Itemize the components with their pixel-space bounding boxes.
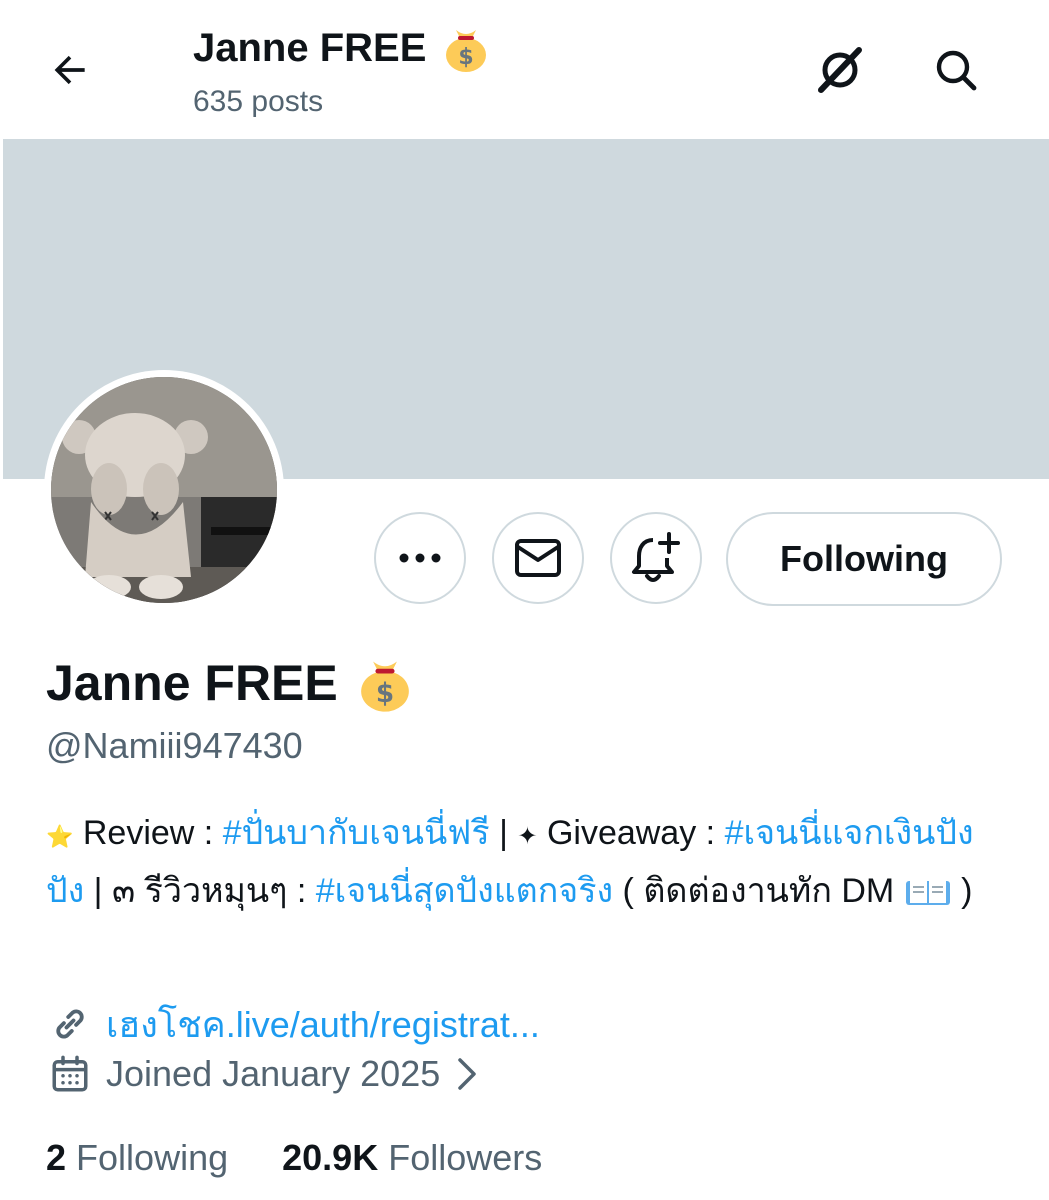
notify-button[interactable] [610,512,702,604]
top-bar: Janne FREE $ 635 posts [0,0,1049,138]
followers-label: Followers [388,1137,543,1178]
bio-spin-label: รีวิวหมุนๆ : [144,872,307,910]
bio-separator: | [499,814,508,852]
followers-stat[interactable]: 20.9K Followers [282,1134,542,1182]
search-icon [936,50,977,91]
svg-text:$: $ [459,45,474,70]
search-button[interactable] [924,38,988,102]
hashtag-spin[interactable]: #เจนนี่สุดปังแตกจริง [316,872,613,910]
profile-link[interactable]: เฮงโชค.live/auth/registrat... [106,996,540,1053]
link-icon [46,1000,94,1048]
svg-text:$: $ [376,679,394,709]
bell-plus-icon [632,532,680,582]
bio-close: ) [961,872,973,910]
money-bag-icon: $ [446,30,487,72]
thai-numeral: ๓ [111,872,136,910]
mail-icon [515,539,561,577]
following-stat[interactable]: 2 Following [46,1134,228,1182]
follow-stats: 2 Following 20.9K Followers [46,1134,542,1182]
joined-row[interactable]: Joined January 2025 [46,1050,482,1098]
grok-icon [818,47,862,93]
header-post-count: 635 posts [193,85,324,118]
star-glyph: ⭐ [46,824,74,849]
calendar-icon [46,1050,94,1098]
hashtag-review[interactable]: #ปั่นบากับเจนนี่ฟรี [223,814,490,852]
more-icon [399,553,441,563]
joined-date: Joined January 2025 [106,1053,441,1094]
grok-button[interactable] [808,38,872,102]
following-count: 2 [46,1137,67,1178]
money-bag-icon: $ [360,661,409,712]
user-handle: @Namiii947430 [46,725,303,766]
book-icon [905,881,950,905]
header-title: Janne FREE $ [193,22,492,74]
chevron-right-icon [458,1058,476,1090]
avatar[interactable] [51,377,277,603]
bio-contact: ( ติดต่องานทัก DM [622,872,895,910]
avatar-image [51,377,277,603]
following-button[interactable]: Following [726,512,1002,606]
display-name-text: Janne FREE [46,655,338,711]
arrow-left-icon [54,55,85,85]
header-title-text: Janne FREE [193,26,427,70]
bio-separator: | [93,872,103,910]
message-button[interactable] [492,512,584,604]
profile-link-row: เฮงโชค.live/auth/registrat... [46,1000,540,1048]
sparkle-glyph: ✦ [517,823,538,850]
more-options-button[interactable] [374,512,466,604]
display-name: Janne FREE $ [46,650,416,716]
profile-bio: ⭐ Review : #ปั่นบากับเจนนี่ฟรี | ✦ Givea… [46,806,1006,918]
back-button[interactable] [40,40,100,100]
followers-count: 20.9K [282,1137,379,1178]
bio-review-label: Review : [82,814,214,852]
following-label: Following [76,1137,229,1178]
bio-giveaway-label: Giveaway : [546,814,716,852]
